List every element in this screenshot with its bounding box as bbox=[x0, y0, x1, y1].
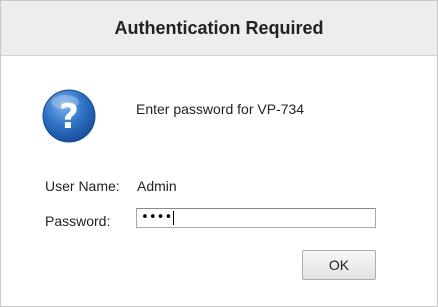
username-value: Admin bbox=[137, 178, 177, 194]
dialog-message: Enter password for VP-734 bbox=[136, 101, 305, 117]
username-label: User Name: bbox=[45, 178, 120, 194]
auth-dialog: Authentication Required ? Enter password… bbox=[0, 0, 438, 307]
text-caret bbox=[173, 211, 175, 225]
dialog-title: Authentication Required bbox=[114, 17, 324, 38]
dialog-titlebar: Authentication Required bbox=[1, 1, 437, 56]
help-icon-glyph: ? bbox=[59, 97, 79, 137]
password-masked-value: •••• bbox=[141, 210, 173, 225]
ok-button[interactable]: OK bbox=[302, 250, 376, 280]
help-icon: ? bbox=[42, 89, 96, 143]
password-input[interactable]: •••• bbox=[136, 208, 376, 228]
password-label: Password: bbox=[45, 213, 111, 229]
